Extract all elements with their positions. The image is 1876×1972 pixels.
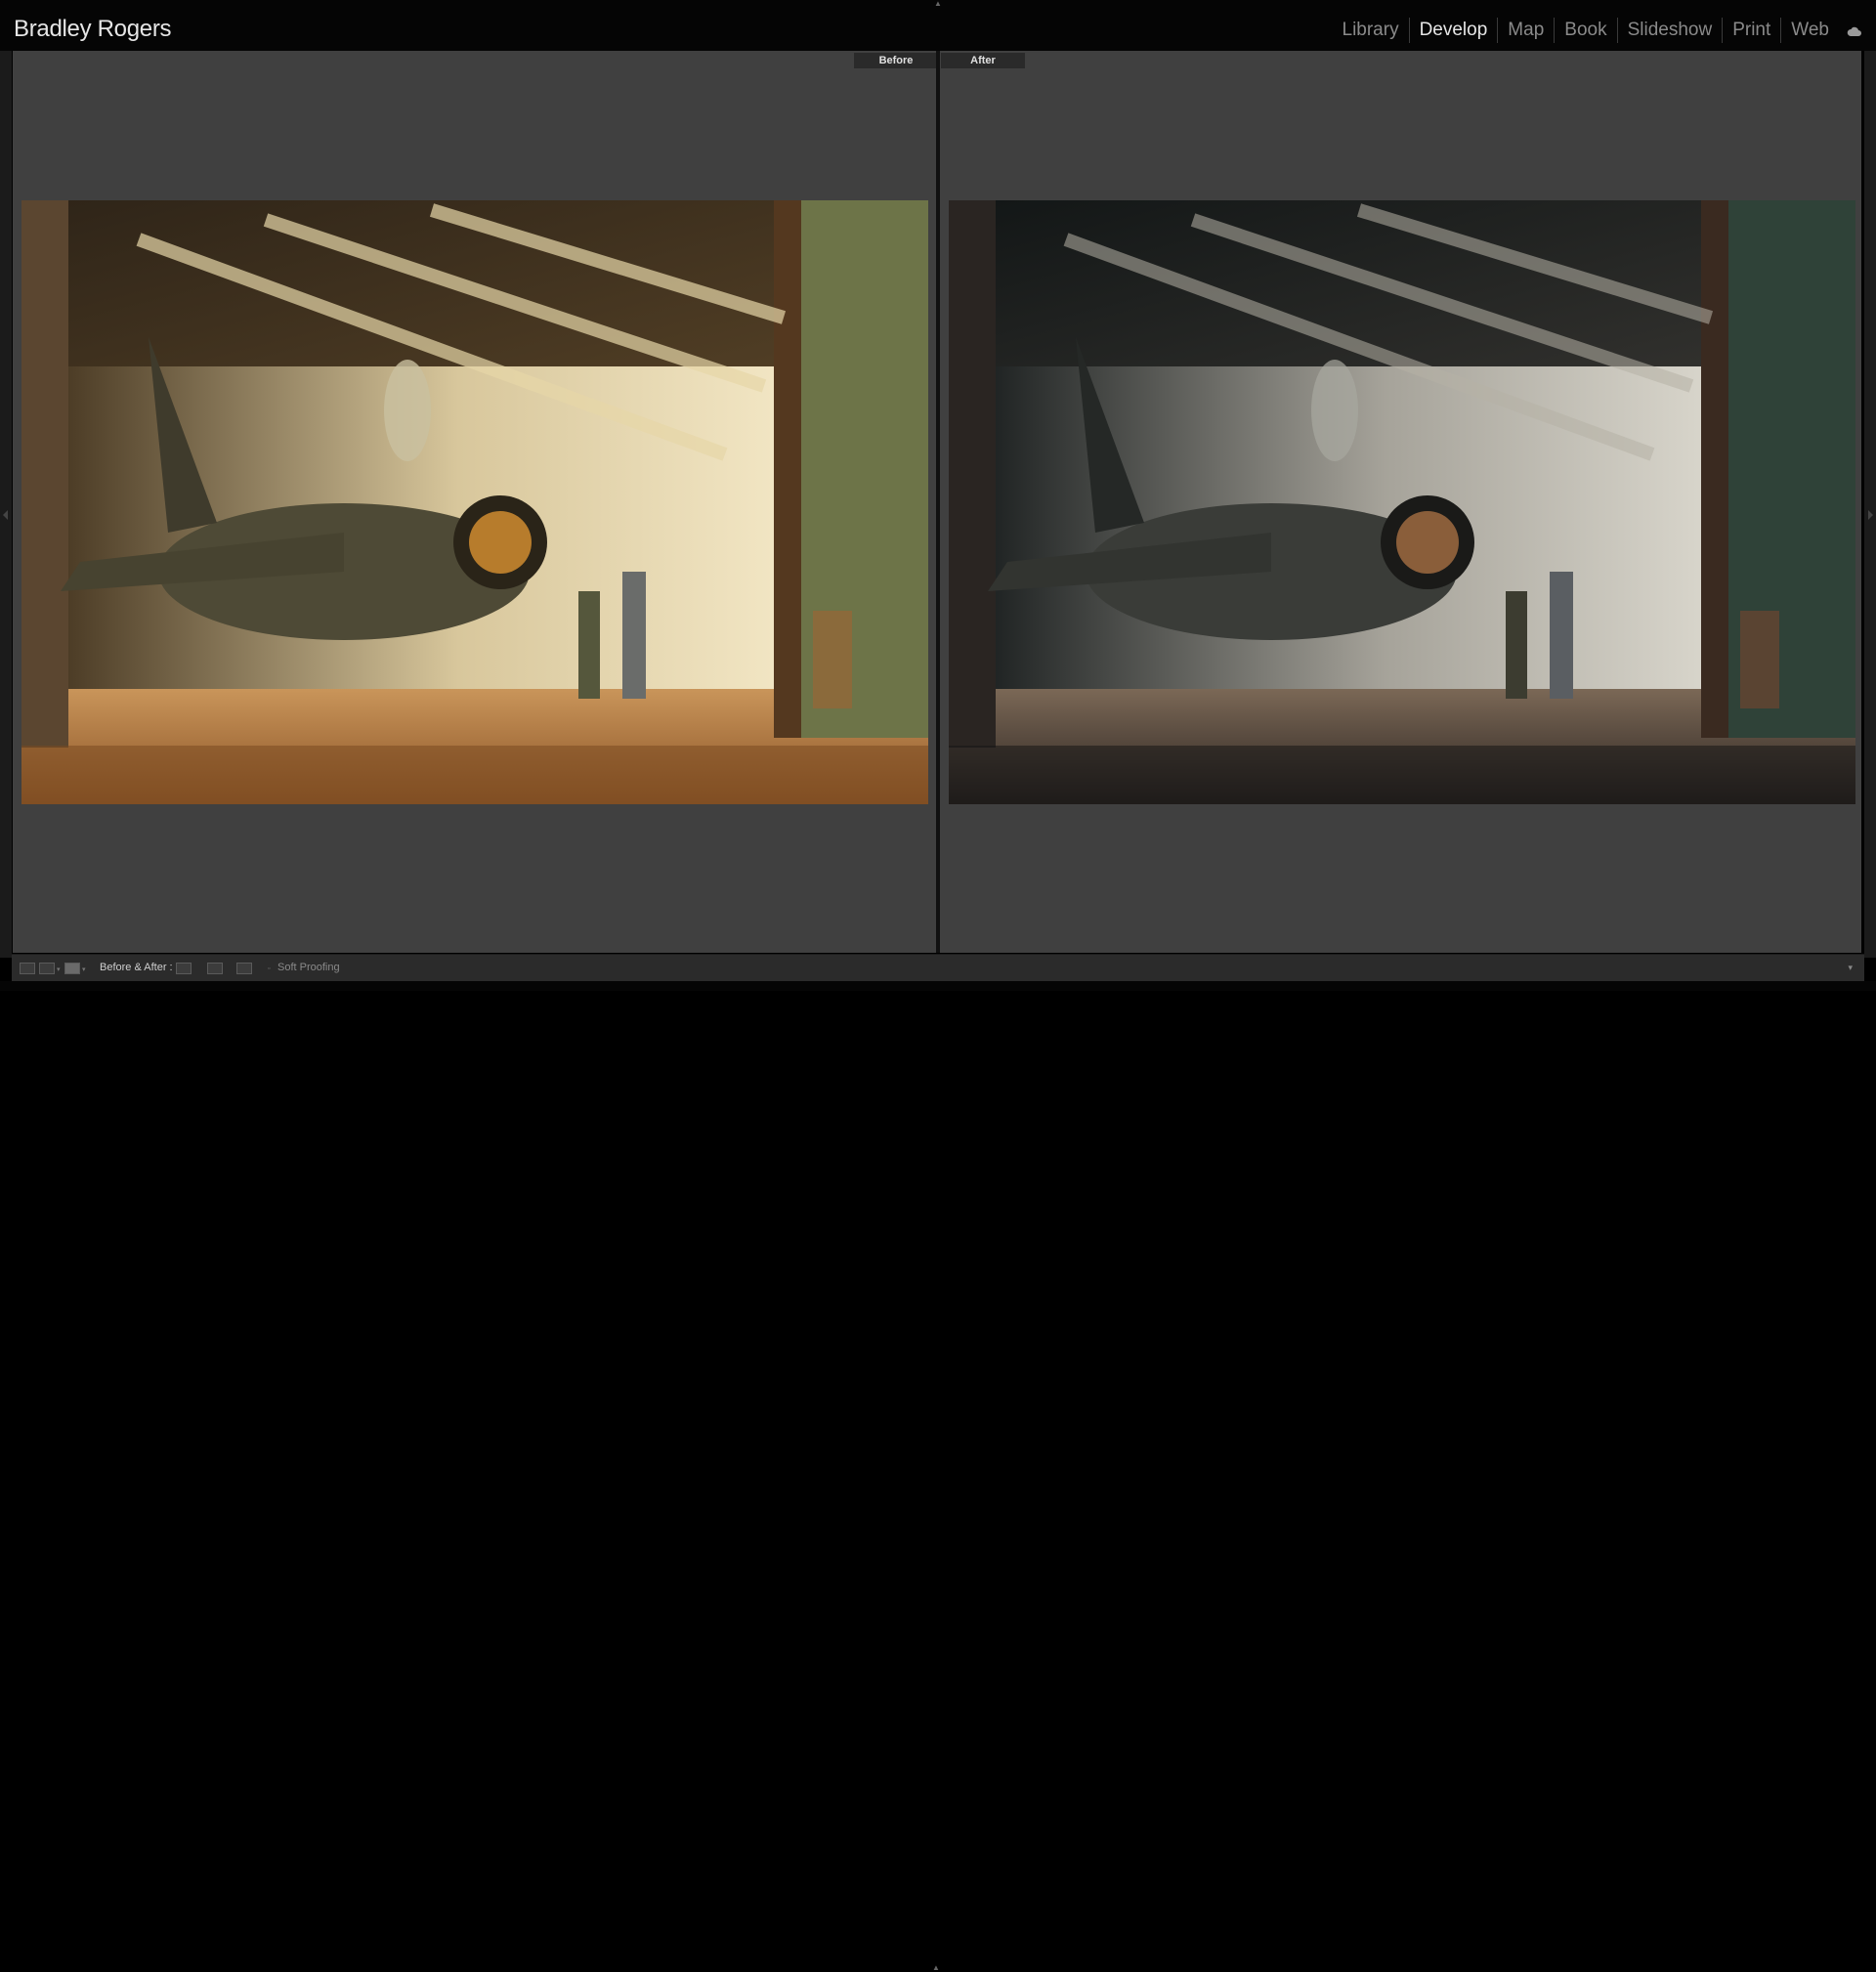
module-develop[interactable]: Develop	[1408, 18, 1498, 43]
cloud-sync-icon[interactable]	[1847, 25, 1862, 37]
after-label: After	[941, 53, 1025, 68]
module-web[interactable]: Web	[1780, 18, 1839, 43]
before-after-label: Before & After :	[100, 962, 173, 973]
module-bar: ▲ Bradley Rogers Library Develop Map Boo…	[0, 0, 1876, 51]
swap-images-icon[interactable]	[236, 963, 252, 974]
after-photo[interactable]	[949, 200, 1855, 804]
module-slideshow[interactable]: Slideshow	[1616, 18, 1723, 43]
develop-toolbar: ▾ ▾ Before & After : ▫ Soft Proofing ▾	[12, 954, 1864, 982]
left-panel-collapsed[interactable]	[0, 51, 12, 958]
module-book[interactable]: Book	[1554, 18, 1616, 43]
loupe-view-icon[interactable]	[20, 963, 35, 974]
soft-proofing-label[interactable]: Soft Proofing	[277, 962, 340, 973]
expand-left-panel-icon[interactable]	[3, 510, 8, 520]
before-view[interactable]: Before	[13, 51, 938, 953]
swap-settings-icon[interactable]	[176, 963, 192, 974]
expand-right-panel-icon[interactable]	[1868, 510, 1873, 520]
toolbar-options-icon[interactable]: ▾	[1848, 963, 1853, 973]
module-print[interactable]: Print	[1722, 18, 1780, 43]
before-label: Before	[854, 53, 938, 68]
after-view[interactable]: After	[940, 51, 1861, 953]
chevron-down-icon[interactable]: ▾	[57, 965, 61, 973]
grid-view-icon[interactable]	[39, 963, 55, 974]
soft-proofing-checkbox[interactable]: ▫	[268, 965, 270, 972]
module-picker: Library Develop Map Book Slideshow Print…	[1333, 18, 1840, 43]
chevron-down-icon[interactable]: ▾	[82, 965, 86, 973]
compare-view-icon[interactable]	[64, 963, 80, 974]
module-library[interactable]: Library	[1333, 18, 1409, 43]
identity-plate[interactable]: Bradley Rogers	[14, 16, 172, 43]
collapse-top-panel-icon[interactable]: ▲	[932, 0, 944, 8]
right-panel-collapsed[interactable]	[1864, 51, 1876, 958]
before-photo[interactable]	[21, 200, 928, 804]
module-map[interactable]: Map	[1497, 18, 1554, 43]
copy-settings-icon[interactable]	[207, 963, 223, 974]
expand-filmstrip-icon[interactable]: ▲	[932, 1964, 940, 1972]
filmstrip-collapsed[interactable]: ▲	[0, 981, 1876, 1972]
